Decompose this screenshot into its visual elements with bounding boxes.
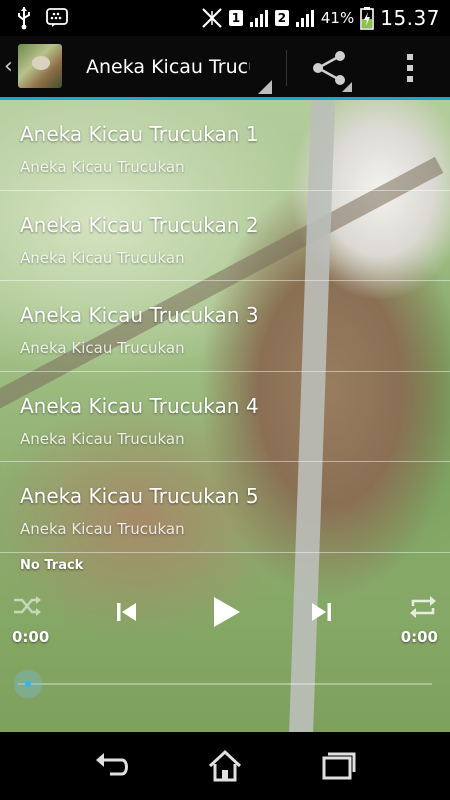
usb-icon bbox=[18, 7, 30, 30]
app-icon[interactable] bbox=[18, 44, 62, 88]
navigation-bar bbox=[0, 732, 450, 800]
track-title: Aneka Kicau Trucukan 4 bbox=[20, 393, 259, 418]
track-subtitle: Aneka Kicau Trucukan bbox=[20, 248, 185, 267]
track-list-item[interactable]: Aneka Kicau Trucukan 1 Aneka Kicau Trucu… bbox=[0, 100, 450, 191]
battery-percent: 41% bbox=[320, 9, 355, 27]
track-subtitle: Aneka Kicau Trucukan bbox=[20, 158, 185, 176]
back-icon[interactable] bbox=[92, 748, 132, 784]
seek-bar[interactable] bbox=[18, 683, 432, 685]
previous-icon[interactable] bbox=[112, 598, 140, 626]
sim2-badge: 2 bbox=[274, 10, 289, 26]
status-bar: 1 2 41% 15.37 bbox=[0, 0, 450, 36]
track-subtitle: Aneka Kicau Trucukan bbox=[20, 429, 185, 448]
clock: 15.37 bbox=[380, 6, 440, 30]
track-subtitle: Aneka Kicau Trucukan bbox=[20, 339, 185, 358]
shuffle-icon[interactable] bbox=[12, 594, 42, 618]
bbm-icon bbox=[46, 8, 68, 27]
track-list-item[interactable]: Aneka Kicau Trucukan 3 Aneka Kicau Trucu… bbox=[0, 281, 450, 372]
overflow-menu-icon[interactable] bbox=[402, 50, 418, 86]
no-signal-icon bbox=[202, 8, 222, 28]
now-playing-label: No Track bbox=[20, 558, 84, 573]
track-title: Aneka Kicau Trucukan 5 bbox=[20, 484, 259, 509]
signal-icon bbox=[249, 10, 268, 27]
recent-apps-icon[interactable] bbox=[318, 748, 358, 784]
track-title: Aneka Kicau Trucukan 1 bbox=[20, 122, 259, 146]
action-bar: ‹ Aneka Kicau Trucukan bbox=[0, 36, 450, 100]
total-time: 0:00 bbox=[400, 628, 438, 646]
track-subtitle: Aneka Kicau Trucukan bbox=[20, 520, 185, 539]
action-bar-title[interactable]: Aneka Kicau Trucukan bbox=[86, 56, 250, 78]
play-icon[interactable] bbox=[208, 594, 242, 630]
repeat-icon[interactable] bbox=[408, 594, 438, 620]
elapsed-time: 0:00 bbox=[12, 628, 50, 646]
player-panel: No Track 0:00 0:00 bbox=[0, 552, 450, 732]
track-list-item[interactable]: Aneka Kicau Trucukan 2 Aneka Kicau Trucu… bbox=[0, 191, 450, 282]
home-icon[interactable] bbox=[205, 748, 245, 784]
track-list-item[interactable]: Aneka Kicau Trucukan 4 Aneka Kicau Trucu… bbox=[0, 372, 450, 463]
signal-icon bbox=[295, 10, 314, 27]
share-icon[interactable] bbox=[310, 50, 350, 86]
up-caret-icon[interactable]: ‹ bbox=[4, 54, 13, 79]
sim1-badge: 1 bbox=[228, 10, 243, 26]
divider bbox=[286, 50, 287, 86]
track-list: Aneka Kicau Trucukan 1 Aneka Kicau Trucu… bbox=[0, 100, 450, 553]
track-list-item[interactable]: Aneka Kicau Trucukan 5 Aneka Kicau Trucu… bbox=[0, 462, 450, 553]
content-area: Aneka Kicau Trucukan 1 Aneka Kicau Trucu… bbox=[0, 100, 450, 732]
spinner-indicator-icon bbox=[258, 80, 272, 94]
next-icon[interactable] bbox=[308, 598, 336, 626]
track-title: Aneka Kicau Trucukan 3 bbox=[20, 303, 259, 328]
seek-thumb[interactable] bbox=[14, 670, 42, 698]
share-dropdown-indicator-icon bbox=[342, 82, 352, 92]
track-title: Aneka Kicau Trucukan 2 bbox=[20, 212, 259, 237]
battery-charging-icon bbox=[360, 7, 375, 30]
